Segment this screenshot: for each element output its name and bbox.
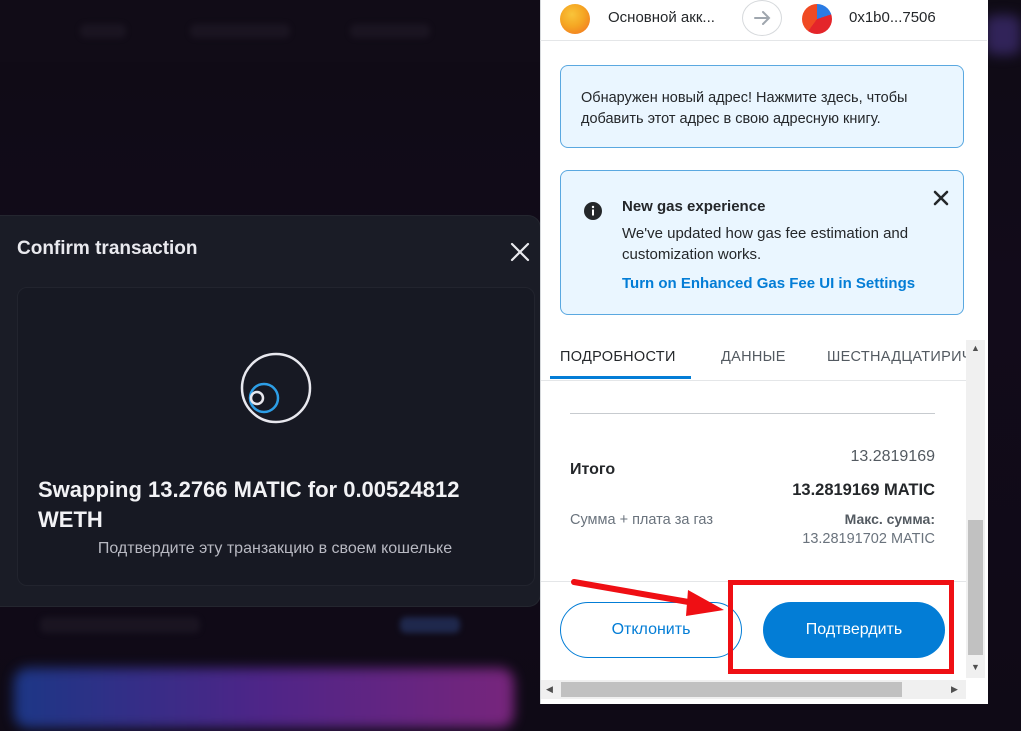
nav-ghost-item bbox=[350, 24, 430, 38]
active-tab-indicator bbox=[550, 376, 691, 379]
scroll-down-icon[interactable]: ▼ bbox=[971, 662, 980, 672]
bg-ghost-text bbox=[40, 617, 200, 633]
to-account-address[interactable]: 0x1b0...7506 bbox=[849, 9, 936, 26]
max-amount-label: Макс. сумма: bbox=[844, 511, 935, 527]
total-value: 13.2819169 bbox=[850, 448, 935, 465]
close-icon[interactable] bbox=[931, 188, 951, 208]
total-label: Итого bbox=[570, 461, 616, 478]
total-value-matic: 13.2819169 MATIC bbox=[792, 481, 935, 499]
loading-spinner-icon bbox=[240, 352, 312, 424]
nav-ghost-item bbox=[80, 24, 126, 38]
arrow-right-icon bbox=[742, 0, 782, 36]
bg-corner-button bbox=[985, 15, 1021, 55]
from-account-avatar-icon bbox=[560, 4, 590, 34]
scroll-up-icon[interactable]: ▲ bbox=[971, 343, 980, 353]
amount-plus-gas-label: Сумма + плата за газ bbox=[570, 512, 713, 528]
info-icon bbox=[583, 201, 603, 221]
enhanced-gas-settings-link[interactable]: Turn on Enhanced Gas Fee UI in Settings bbox=[622, 275, 915, 292]
bg-ghost-text bbox=[400, 617, 460, 633]
gas-notice-title: New gas experience bbox=[622, 198, 766, 215]
swap-description: Swapping 13.2766 MATIC for 0.00524812 WE… bbox=[38, 477, 460, 532]
tab-details[interactable]: ПОДРОБНОСТИ bbox=[560, 349, 676, 365]
scroll-right-icon[interactable]: ▶ bbox=[951, 684, 958, 695]
horizontal-scrollbar-thumb[interactable] bbox=[561, 682, 902, 697]
nav-ghost-item bbox=[190, 24, 290, 38]
app-nav-bar bbox=[0, 0, 540, 62]
new-address-notice[interactable]: Обнаружен новый адрес! Нажмите здесь, чт… bbox=[560, 65, 964, 148]
details-tabs: ПОДРОБНОСТИ ДАННЫЕ ШЕСТНАДЦАТИРИЧНЫЕ bbox=[541, 336, 966, 381]
wallet-confirm-hint: Подтвердите эту транзакцию в своем кошел… bbox=[97, 540, 453, 557]
gas-notice-body: We've updated how gas fee estimation and… bbox=[622, 225, 909, 263]
summary-divider bbox=[570, 413, 935, 414]
vertical-scrollbar-thumb[interactable] bbox=[968, 520, 983, 655]
annotation-arrow-icon bbox=[571, 579, 724, 616]
to-account-avatar-icon bbox=[802, 4, 832, 34]
gas-experience-notice: New gas experience We've updated how gas… bbox=[560, 170, 964, 315]
close-icon[interactable] bbox=[506, 238, 534, 266]
max-amount-value: 13.28191702 MATIC bbox=[802, 531, 935, 547]
new-address-notice-text: Обнаружен новый адрес! Нажмите здесь, чт… bbox=[581, 90, 908, 127]
tab-data[interactable]: ДАННЫЕ bbox=[721, 349, 786, 365]
modal-title: Confirm transaction bbox=[17, 238, 198, 259]
from-account-name[interactable]: Основной акк... bbox=[608, 9, 715, 26]
highlight-box bbox=[728, 580, 954, 674]
bg-swap-button bbox=[14, 668, 514, 728]
tab-hex[interactable]: ШЕСТНАДЦАТИРИЧНЫЕ bbox=[827, 349, 966, 365]
scroll-left-icon[interactable]: ◀ bbox=[546, 684, 553, 695]
